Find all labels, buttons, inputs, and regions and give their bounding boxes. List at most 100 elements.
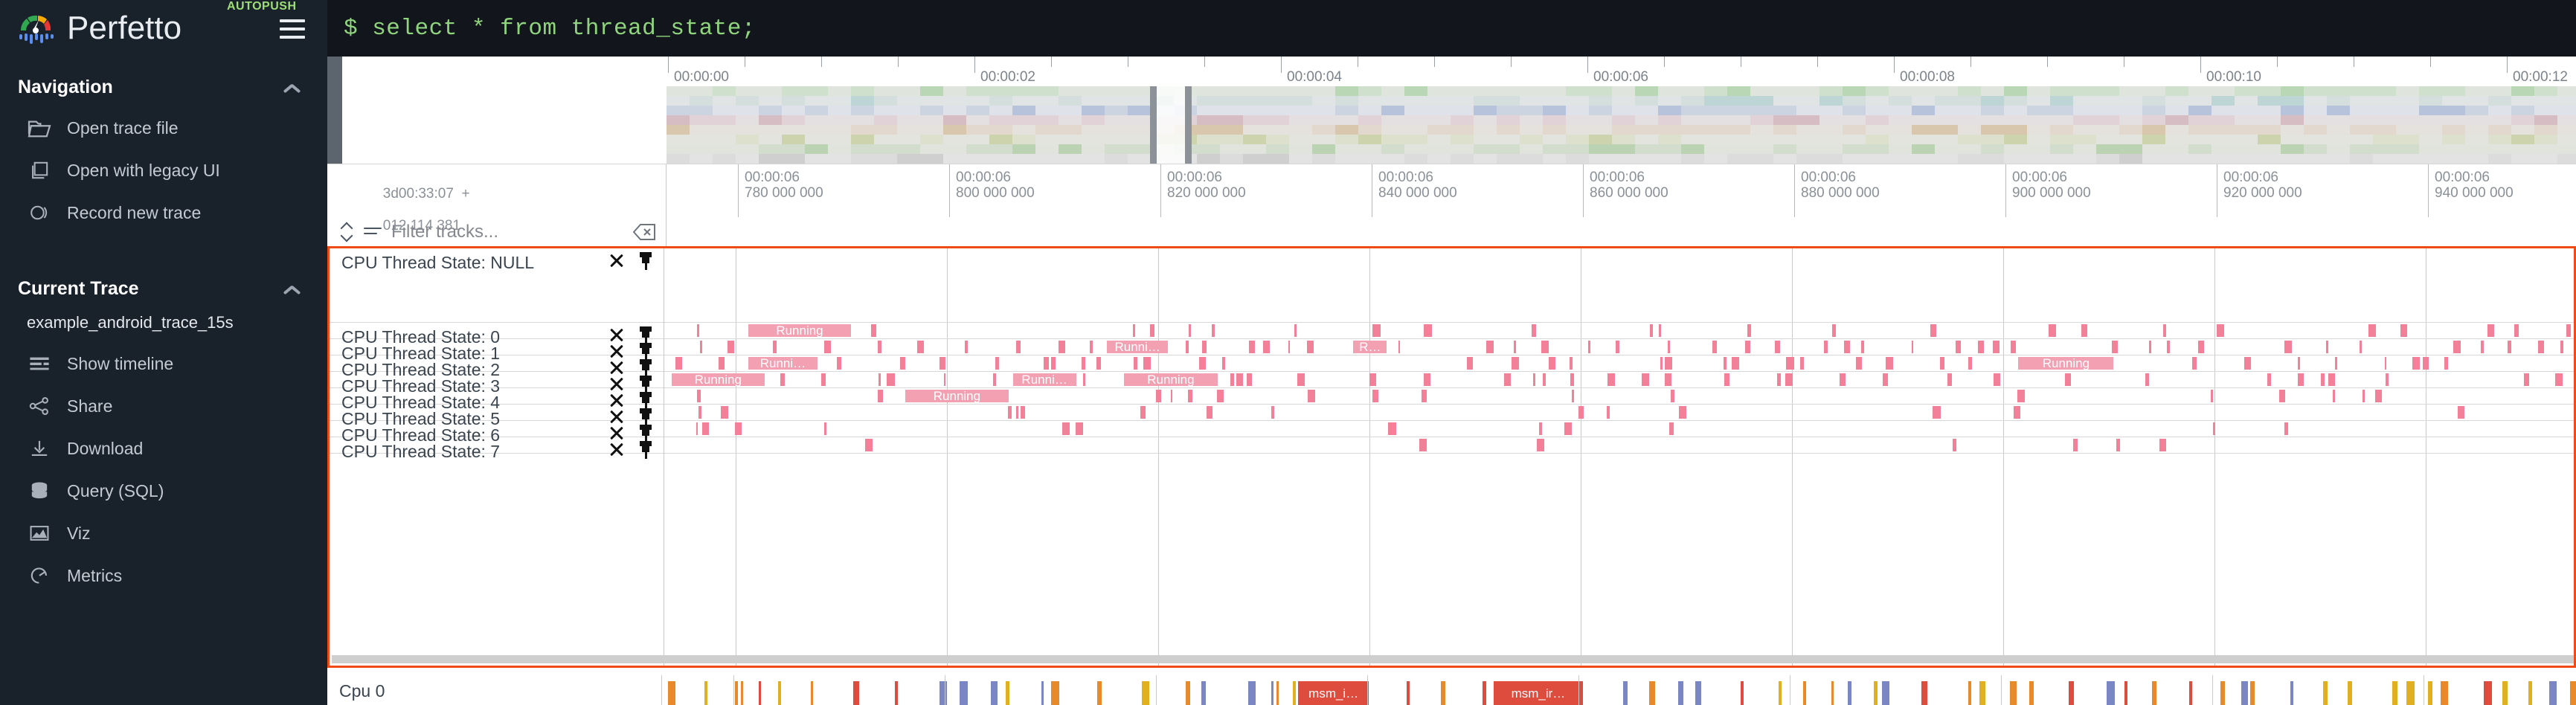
track-slice[interactable] <box>878 390 883 402</box>
track-slice[interactable] <box>2217 324 2224 337</box>
cpu-slice[interactable] <box>2107 681 2115 705</box>
track-slice[interactable] <box>2159 439 2166 451</box>
track-shell[interactable]: CPU Thread State: 5 <box>330 405 664 428</box>
track-slice[interactable] <box>2297 373 2304 386</box>
cpu-slice[interactable] <box>2440 681 2448 705</box>
track-slice[interactable] <box>1993 373 2001 386</box>
track-slice[interactable] <box>1940 357 1944 370</box>
track-slice[interactable] <box>1953 439 1956 451</box>
track-slice[interactable] <box>1170 390 1173 402</box>
track-slice[interactable] <box>2400 324 2407 337</box>
track-slice[interactable] <box>836 357 842 370</box>
track-slice[interactable] <box>864 439 873 451</box>
track-slice[interactable] <box>2457 406 2464 419</box>
track-slice[interactable] <box>2423 357 2429 370</box>
cpu-slice[interactable] <box>758 681 761 705</box>
track-slice[interactable] <box>1930 324 1937 337</box>
cpu-slice[interactable] <box>2428 681 2432 705</box>
track-slice[interactable] <box>1993 341 2000 353</box>
track-slice[interactable] <box>1668 422 1674 435</box>
cpu-slice[interactable] <box>1921 681 1927 705</box>
cpu-slice[interactable] <box>2009 681 2017 705</box>
track-slice[interactable] <box>887 373 895 386</box>
filter-tracks-input[interactable]: Filter tracks... <box>391 222 498 242</box>
track-slice[interactable] <box>1222 357 1225 370</box>
cpu-slice[interactable] <box>2124 681 2127 705</box>
track-slice[interactable] <box>1774 341 1781 353</box>
track-slice[interactable] <box>1143 357 1151 370</box>
track-slice[interactable] <box>698 406 701 419</box>
track-slice[interactable] <box>2145 373 2149 386</box>
track-slice[interactable] <box>2278 390 2285 402</box>
track-slice[interactable] <box>1532 324 1536 337</box>
track-slice[interactable] <box>1541 341 1549 353</box>
track-slice[interactable] <box>1607 406 1610 419</box>
close-icon[interactable] <box>608 252 625 268</box>
cpu-slice[interactable] <box>1271 681 1274 705</box>
backspace-icon[interactable] <box>632 223 655 241</box>
cpu-slice[interactable] <box>2189 681 2192 705</box>
track-slice[interactable] <box>773 341 777 353</box>
track-slice[interactable] <box>1570 373 1574 386</box>
cpu-slice[interactable] <box>1881 681 1889 705</box>
overview-brush-window[interactable] <box>1154 86 1186 164</box>
track-slice[interactable] <box>1297 373 1305 386</box>
cpu-slice[interactable] <box>1678 681 1684 705</box>
track-slice[interactable] <box>2328 373 2336 386</box>
track-slice[interactable] <box>2325 341 2329 353</box>
horizontal-scrollbar[interactable] <box>332 655 2574 663</box>
track-slice[interactable] <box>2538 341 2544 353</box>
track-slice[interactable] <box>2374 390 2382 402</box>
track-slice[interactable] <box>1731 357 1739 370</box>
track-slice-labeled[interactable]: Runni… <box>748 357 818 370</box>
track-slice[interactable] <box>1844 341 1850 353</box>
cpu-slice[interactable] <box>2029 681 2034 705</box>
track-slice[interactable] <box>696 324 699 337</box>
cpu-slice[interactable] <box>2069 681 2075 705</box>
chevron-up-icon[interactable] <box>283 81 302 93</box>
track-slice[interactable] <box>1570 357 1573 370</box>
cpu-slice[interactable] <box>1979 681 1985 705</box>
track-slice[interactable] <box>824 341 832 353</box>
track-slice[interactable] <box>2560 341 2563 353</box>
cpu-slice[interactable] <box>1968 681 1971 705</box>
track-slice[interactable] <box>1861 341 1865 353</box>
track-slice[interactable] <box>824 422 827 435</box>
track-slice[interactable] <box>1288 341 1291 353</box>
omnibox-query-text[interactable]: $ select * from thread_state; <box>344 16 756 42</box>
track-slice[interactable] <box>2212 422 2216 435</box>
track-slice[interactable] <box>2453 341 2461 353</box>
track-slice[interactable] <box>1096 357 1101 370</box>
overview-canvas-area[interactable]: 00:00:00 00:00:02 00:00:04 00:00:06 00:00:08… <box>667 57 2576 164</box>
track-shell[interactable]: CPU Thread State: 6 <box>330 421 664 445</box>
sidebar-item-download[interactable]: Download <box>0 428 327 470</box>
track-slice-labeled[interactable]: Runni… <box>1107 341 1169 353</box>
sidebar-section-navigation-header[interactable]: Navigation <box>0 67 327 107</box>
track-slice[interactable] <box>2480 341 2484 353</box>
cpu-slice[interactable] <box>1741 681 1744 705</box>
filter-input-container[interactable]: Filter tracks... <box>327 217 667 246</box>
cpu-slice[interactable] <box>1649 681 1655 705</box>
track-slice[interactable] <box>1832 324 1837 337</box>
sort-icon[interactable] <box>339 222 354 242</box>
cpu-slice[interactable] <box>853 681 859 705</box>
track-slice[interactable] <box>1642 373 1649 386</box>
pin-icon[interactable] <box>638 252 653 270</box>
track-slice[interactable] <box>900 357 906 370</box>
track-slice-labeled[interactable]: Running <box>1123 373 1218 386</box>
track-slice[interactable] <box>1968 357 1973 370</box>
track-slice[interactable] <box>1724 373 1730 386</box>
track-slice[interactable] <box>2081 324 2088 337</box>
track-slice[interactable] <box>1882 373 1888 386</box>
cpu-slice[interactable] <box>740 681 743 705</box>
track-slice[interactable] <box>1369 373 1376 386</box>
cpu-slice[interactable] <box>1141 681 1150 705</box>
track-slice[interactable] <box>1578 406 1584 419</box>
sidebar-item-show-timeline[interactable]: Show timeline <box>0 343 327 385</box>
track-slice[interactable] <box>1947 373 1953 386</box>
cpu-slice[interactable] <box>1276 681 1279 705</box>
track-slice[interactable] <box>2385 357 2387 370</box>
track-slice[interactable] <box>1542 373 1546 386</box>
track-slice[interactable] <box>2163 324 2167 337</box>
track-slice[interactable] <box>2149 341 2152 353</box>
